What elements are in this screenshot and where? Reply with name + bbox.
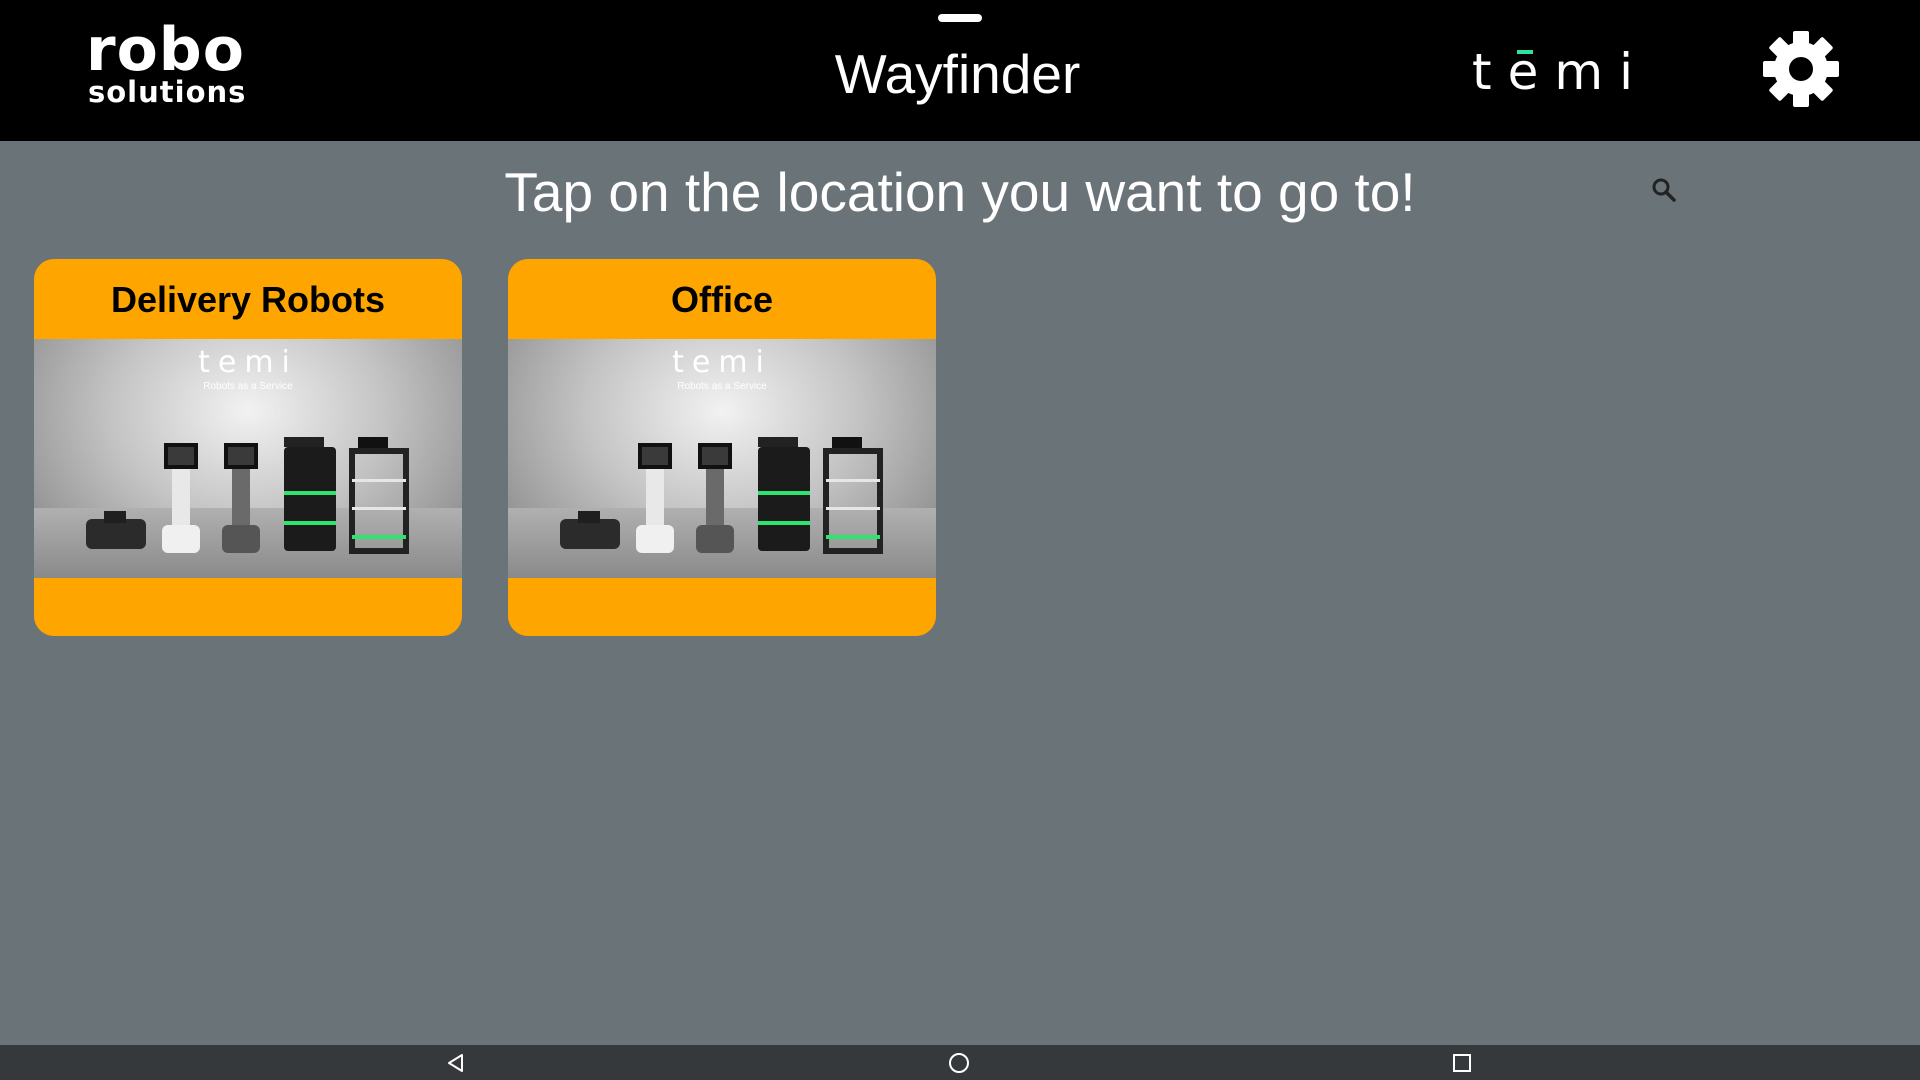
system-nav-bar <box>0 1045 1920 1080</box>
drag-handle[interactable] <box>938 14 982 22</box>
back-triangle-icon <box>448 1054 463 1072</box>
temi-logo: temi <box>1472 42 1633 102</box>
location-card-delivery-robots[interactable]: Delivery Robots temi Robots as a Service <box>34 259 462 636</box>
home-button[interactable] <box>947 1051 971 1075</box>
temi-logo-text: temi <box>1472 43 1649 101</box>
robots-illustration <box>560 437 883 554</box>
location-card-title: Delivery Robots <box>110 279 386 320</box>
search-button[interactable] <box>1650 176 1678 204</box>
location-card-office[interactable]: Office temi Robots as a Service <box>508 259 936 636</box>
home-circle-icon <box>949 1053 969 1073</box>
robots-illustration <box>86 437 409 554</box>
settings-button[interactable] <box>1760 28 1842 110</box>
temi-logo-accent <box>1517 50 1533 54</box>
back-button[interactable] <box>444 1051 468 1075</box>
page-instruction: Tap on the location you want to go to! <box>504 161 1416 223</box>
gear-icon <box>1763 31 1839 107</box>
location-card-image: temi Robots as a Service <box>34 339 462 578</box>
search-icon <box>1652 178 1676 202</box>
location-card-title: Office <box>670 279 774 320</box>
top-bar: robo solutions Wayfinder temi <box>0 0 1920 141</box>
location-card-image: temi Robots as a Service <box>508 339 936 578</box>
recents-button[interactable] <box>1450 1051 1474 1075</box>
recents-square-icon <box>1453 1054 1471 1072</box>
